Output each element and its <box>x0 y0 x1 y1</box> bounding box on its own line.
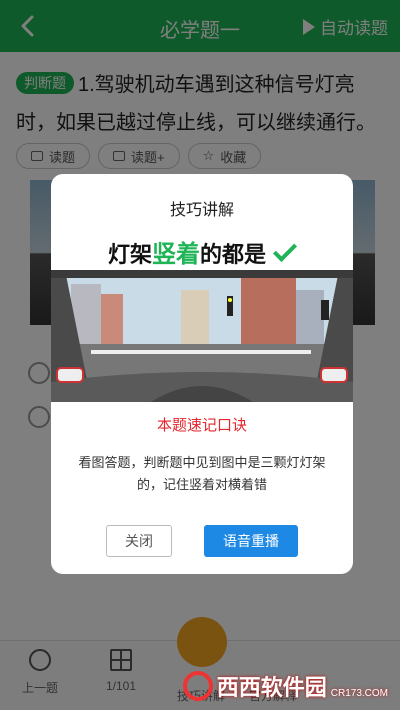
watermark: 西西软件园 CR173.COM <box>182 670 388 702</box>
tips-dialog: 技巧讲解 灯架竖着的都是 本题速记口诀 看图答题，判断题中见到图中是三颗灯灯架的… <box>51 174 353 574</box>
hint-suffix: 的都是 <box>200 242 267 267</box>
traffic-scene-image <box>51 270 353 402</box>
replay-audio-button[interactable]: 语音重播 <box>204 525 298 557</box>
watermark-logo-icon <box>182 671 213 701</box>
hint-highlight: 竖着 <box>152 241 200 268</box>
watermark-text: 西西软件园 <box>216 675 327 700</box>
hint-prefix: 灯架 <box>107 242 152 267</box>
dialog-title: 技巧讲解 <box>169 202 234 219</box>
checkmark-icon <box>272 237 298 263</box>
hint-headline: 灯架竖着的都是 <box>51 234 353 269</box>
mnemonic-title: 本题速记口诀 <box>156 417 247 434</box>
close-button[interactable]: 关闭 <box>106 525 172 557</box>
watermark-url: CR173.COM <box>330 687 388 699</box>
mnemonic-description: 看图答题，判断题中见到图中是三颗灯灯架的，记住竖着对横着错 <box>78 455 326 492</box>
